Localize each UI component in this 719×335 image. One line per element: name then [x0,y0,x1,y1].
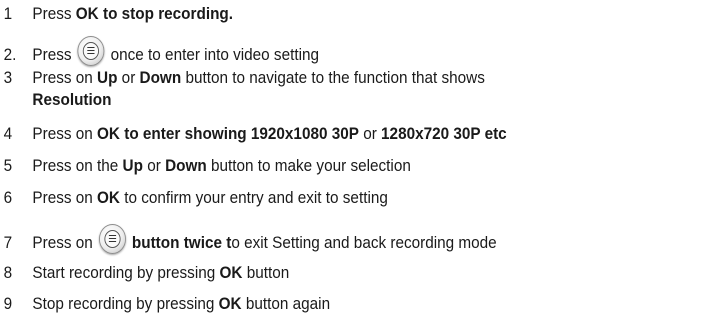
step-number: 9 [3,294,13,313]
step-3: 3 Press on Up or Down button to navigate … [0,68,485,88]
step-text-segment: Press on the [32,156,123,175]
step-text-bold: OK to stop recording. [75,4,234,23]
step-text-segment: Press on [32,233,98,252]
step-text: Press OK to stop recording. [32,4,233,23]
step-text: Stop recording by pressing OK button aga… [32,294,330,313]
step-text-segment: once to enter into video setting [106,45,320,64]
step-text-segment: or [142,156,166,175]
step-text-bold: Resolution [32,90,112,109]
step-text-bold: 1280x720 30P etc [381,124,507,143]
step-3-continuation: Resolution [0,90,111,110]
step-text: Press on OK to confirm your entry and ex… [32,188,387,207]
step-text-bold: OK [219,263,243,282]
step-4: 4 Press on OK to enter showing 1920x1080 … [0,124,507,144]
step-number: 6 [3,188,13,207]
step-text-segment: Press [32,4,76,23]
step-text-segment: Press on [32,68,98,87]
step-2: 2. Press once to enter into video setting [0,36,319,66]
step-text-bold: Down [139,68,182,87]
step-number: 7 [3,233,13,252]
step-6: 6 Press on OK to confirm your entry and e… [0,188,388,208]
step-text-segment: Press on [32,188,98,207]
step-text-bold: OK [218,294,242,313]
step-text: Press on OK to enter showing 1920x1080 3… [32,124,506,143]
step-9: 9 Stop recording by pressing OK button ag… [0,294,330,314]
step-text-bold: OK to enter showing 1920x1080 30P [97,124,359,143]
step-text-bold: OK [97,188,120,207]
step-number: 2. [3,45,17,64]
step-text: Press once to enter into video setting [32,36,320,66]
step-text-segment: or [117,68,140,87]
step-text-bold: Up [122,156,143,175]
step-number: 5 [3,156,13,175]
step-text-segment: button to make your selection [206,156,411,175]
step-text-segment: button to navigate to the function that … [181,68,485,87]
step-text: Press on Up or Down button to navigate t… [32,68,484,87]
step-text-bold: Up [97,68,118,87]
step-text-segment: Press [32,45,76,64]
menu-button-icon [98,224,126,254]
step-5: 5 Press on the Up or Down button to make … [0,156,411,176]
step-text: Start recording by pressing OK button [32,263,289,282]
step-text-segment: Stop recording by pressing [32,294,219,313]
step-7: 7 Press on button twice to exit Setting a… [0,224,497,254]
step-text-segment: o exit Setting and back recording mode [231,233,497,252]
step-text-bold: Down [165,156,207,175]
step-8: 8 Start recording by pressing OK button [0,263,290,283]
step-text-segment: to confirm your entry and exit to settin… [119,188,388,207]
step-text: Press on the Up or Down button to make y… [32,156,410,175]
step-text-segment: Press on [32,124,98,143]
step-text-segment: Start recording by pressing [32,263,220,282]
step-number: 1 [3,4,13,23]
step-1: 1 Press OK to stop recording. [0,4,233,24]
step-number: 8 [3,263,13,282]
step-text-segment: button [242,263,290,282]
step-number: 4 [3,124,13,143]
step-text-segment: or [358,124,382,143]
step-text-bold: button twice t [131,233,232,252]
step-text-segment: button again [241,294,331,313]
step-number: 3 [3,68,13,87]
menu-button-icon [77,36,105,66]
step-text: Press on button twice to exit Setting an… [32,224,497,254]
